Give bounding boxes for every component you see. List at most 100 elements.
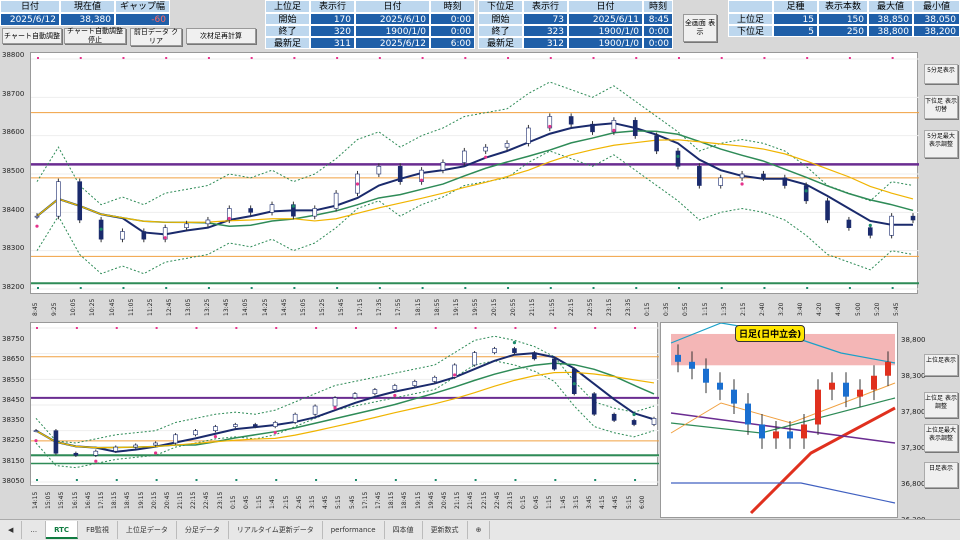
daily-candle-body: [717, 382, 723, 390]
x-tick-label: 5:15: [625, 495, 633, 509]
signal-dot: [474, 327, 477, 329]
daily-display-button[interactable]: 日足表示: [924, 462, 958, 488]
candle-body: [782, 177, 788, 186]
x-tick-label: 5:45: [348, 495, 356, 509]
x-tick-label: 12:45: [165, 298, 173, 316]
x-tick-label: 21:45: [467, 491, 475, 509]
five-min-display-button[interactable]: 5分足表示: [924, 64, 958, 84]
y-tick-label: 38600: [2, 128, 25, 137]
x-tick-label: 5:20: [873, 302, 881, 316]
candle-body: [248, 208, 253, 213]
tab-minute-data[interactable]: 分足データ: [177, 521, 229, 539]
x-tick-label: 17:45: [374, 491, 382, 509]
recalc-button[interactable]: 次材足再計算: [186, 28, 256, 44]
daily-candle-body: [787, 431, 793, 439]
signal-marker: [213, 434, 218, 439]
candle-body: [312, 208, 318, 217]
upper-date-header: 日付: [355, 0, 430, 13]
x-tick-label: 18:45: [124, 491, 132, 509]
auto-adjust-button[interactable]: チャート自動調整: [2, 28, 62, 44]
signal-dot: [195, 327, 198, 329]
x-tick-label: 22:15: [480, 491, 488, 509]
daily-y-tick-label: 36,800: [901, 480, 926, 488]
scroll-left-icon[interactable]: ◀: [0, 521, 23, 539]
signal-dot: [207, 57, 210, 59]
tab-upper-data[interactable]: 上位足データ: [118, 521, 177, 539]
daily-indicator-line: [670, 412, 896, 444]
x-tick-label: 21:15: [529, 298, 537, 316]
upper-latest-label: 最新足: [265, 37, 310, 49]
signal-marker: [291, 204, 295, 208]
x-tick-label: 4:40: [835, 302, 843, 316]
x-tick-label: 23:15: [605, 298, 613, 316]
x-tick-label: 19:15: [137, 491, 145, 509]
signal-marker: [163, 236, 167, 240]
tab-overflow[interactable]: ...: [22, 521, 47, 539]
candle-body: [193, 430, 198, 436]
x-tick-label: 2:15: [739, 302, 747, 316]
moving-average-line: [36, 122, 913, 236]
tab-performance[interactable]: performance: [323, 521, 385, 539]
daily-candle-body: [731, 389, 737, 404]
signal-dot: [594, 479, 597, 481]
upper-foot-display-button[interactable]: 上位足表示: [924, 354, 958, 376]
signal-marker: [484, 155, 488, 159]
upper-foot-chart: [30, 52, 919, 294]
tab-formula[interactable]: 更新数式: [423, 521, 468, 539]
candle-body: [53, 430, 59, 454]
x-tick-label: 4:45: [322, 495, 330, 509]
tab-ohlc[interactable]: 四本値: [385, 521, 423, 539]
add-sheet-icon[interactable]: ⊕: [468, 521, 491, 539]
signal-marker: [512, 341, 517, 345]
signal-marker: [676, 154, 680, 158]
right-upper-max: 38,850: [868, 13, 913, 25]
candle-body: [113, 446, 119, 452]
signal-marker: [273, 430, 277, 435]
daily-candle-body: [801, 424, 807, 439]
candle-body: [133, 444, 138, 448]
lower-start-date: 2025/6/11: [568, 13, 643, 25]
upper-foot-max-adjust-button[interactable]: 上位足最大 表示調整: [924, 424, 958, 452]
candle-body: [312, 405, 318, 415]
candle-body: [252, 424, 258, 427]
sheet-tab-bar: ◀ ... RTC FB監視 上位足データ 分足データ リアルタイム更新データ …: [0, 519, 960, 540]
signal-marker: [94, 459, 98, 463]
upper-start-row: 170: [310, 13, 355, 25]
daily-chart-svg: [670, 322, 896, 515]
signal-dot: [549, 287, 552, 289]
x-tick-label: 13:05: [185, 298, 193, 316]
lower-foot-chart: [30, 322, 659, 486]
auto-adjust-stop-button[interactable]: チャート自動調整停止: [64, 27, 126, 44]
daily-candle-body: [829, 382, 835, 390]
x-tick-label: 0:45: [243, 495, 251, 509]
x-tick-label: 0:55: [682, 302, 690, 316]
signal-dot: [235, 479, 238, 481]
signal-dot: [763, 57, 766, 59]
lower-end-time: 0:00: [643, 25, 673, 37]
signal-dot: [122, 57, 125, 59]
upper-foot-adjust-button[interactable]: 上位足 表示調整: [924, 392, 958, 418]
clear-data-button[interactable]: 前日データ クリア: [130, 28, 182, 46]
x-tick-label: 20:45: [163, 491, 171, 509]
five-min-max-adjust-button[interactable]: 5分足最大 表示調整: [924, 130, 958, 158]
signal-dot: [720, 287, 723, 289]
signal-dot: [354, 479, 357, 481]
lower-end-date: 1900/1/0: [568, 25, 643, 37]
lower-latest-label: 最新足: [478, 37, 523, 49]
tab-rtc[interactable]: RTC: [46, 521, 79, 539]
tab-fb[interactable]: FB監視: [78, 521, 118, 539]
fullscreen-button[interactable]: 全画面 表示: [683, 14, 717, 42]
signal-marker: [355, 182, 360, 186]
y-tick-label: 38750: [2, 335, 25, 343]
x-tick-label: 17:35: [376, 298, 384, 316]
right-blank-header: [728, 0, 773, 13]
signal-dot: [891, 57, 894, 59]
signal-dot: [315, 327, 318, 329]
right-lower-min: 38,200: [913, 25, 960, 37]
candle-body: [697, 166, 702, 186]
x-tick-label: 3:15: [572, 495, 580, 509]
signal-marker: [333, 406, 337, 410]
x-tick-label: 16:45: [84, 491, 92, 509]
tab-realtime-data[interactable]: リアルタイム更新データ: [229, 521, 323, 539]
lower-foot-toggle-button[interactable]: 下位足 表示切替: [924, 95, 958, 119]
